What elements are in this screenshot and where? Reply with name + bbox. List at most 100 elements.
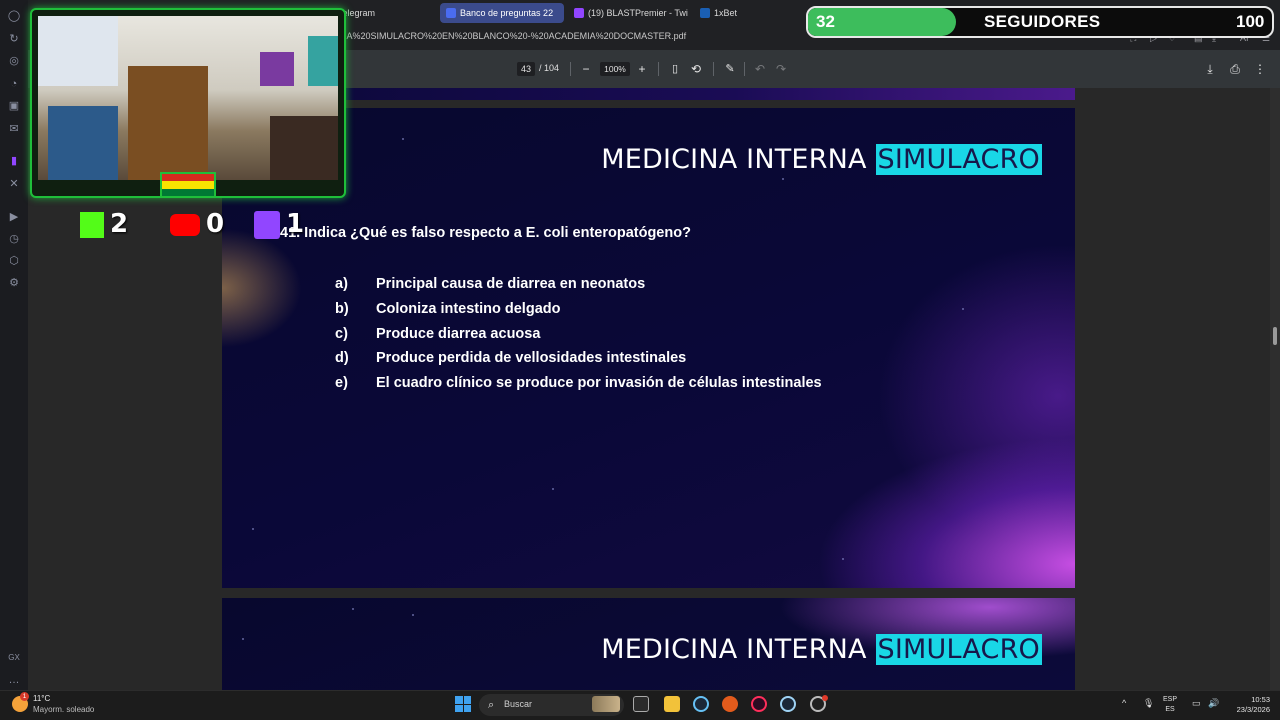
webcam-wardrobe	[128, 66, 208, 180]
microphone-icon[interactable]: 🎙	[1143, 698, 1154, 709]
option-e: e) El cuadro clínico se produce por invas…	[335, 375, 822, 391]
option-text: Coloniza intestino delgado	[376, 301, 561, 317]
weather-temperature[interactable]: 11°C	[33, 694, 50, 703]
option-text: Produce perdida de vellosidades intestin…	[376, 350, 687, 366]
page-total: / 104	[539, 63, 560, 73]
slide-glow	[222, 228, 302, 348]
zoom-level-input[interactable]: 100%	[600, 62, 630, 76]
flag-stripe-red	[162, 174, 214, 182]
slide-title: MEDICINA INTERNA SIMULACRO	[601, 144, 1042, 175]
extensions-icon[interactable]: ⬡	[6, 253, 22, 269]
page-number-input[interactable]: 43	[517, 62, 535, 76]
reload-icon[interactable]: ↻	[6, 31, 22, 47]
zoom-in-button[interactable]: +	[634, 61, 650, 77]
toolbar-divider	[658, 62, 659, 76]
opera-logo-icon[interactable]: ◯	[6, 8, 22, 24]
player-icon[interactable]: ▶	[6, 209, 22, 225]
recording-dot	[822, 695, 828, 701]
followers-goal: 100	[1236, 12, 1265, 31]
twitch-icon	[574, 8, 584, 18]
weather-description[interactable]: Mayorm. soleado	[33, 705, 94, 714]
slide-previous	[222, 88, 1075, 100]
settings-gear-icon[interactable]: ⚙	[6, 275, 22, 291]
fit-page-icon[interactable]: ▯	[667, 61, 683, 77]
search-highlight-image[interactable]	[592, 696, 620, 712]
undo-icon[interactable]: ↶	[752, 61, 768, 77]
twitch-icon[interactable]: ▮	[6, 153, 22, 169]
more-icon[interactable]: …	[6, 672, 22, 688]
tray-chevron-up-icon[interactable]: ^	[1122, 698, 1126, 708]
rotate-icon[interactable]: ⟲	[688, 61, 704, 77]
toolbar-divider	[713, 62, 714, 76]
followers-label: SEGUIDORES	[984, 12, 1101, 31]
twitch-count: 1	[286, 209, 305, 239]
webcam-wall-poster	[38, 16, 118, 86]
annotate-icon[interactable]: ✎	[722, 61, 738, 77]
tab-1xbet[interactable]: 1xBet	[694, 3, 784, 23]
slide-title-highlight: SIMULACRO	[875, 634, 1042, 665]
keyboard-layout: ES	[1165, 706, 1175, 713]
whatsapp-icon[interactable]: ◔	[6, 76, 22, 92]
tab-label: (19) BLASTPremier - Twit	[588, 8, 688, 18]
youtube-counter: 0	[170, 206, 224, 242]
option-b: b) Coloniza intestino delgado	[335, 301, 560, 317]
toolbar-divider	[744, 62, 745, 76]
redo-icon[interactable]: ↷	[773, 61, 789, 77]
slide-title-highlight: SIMULACRO	[875, 144, 1042, 175]
kick-count: 2	[110, 209, 129, 239]
search-placeholder[interactable]: Buscar	[504, 699, 532, 709]
opera-gx-icon[interactable]	[751, 696, 767, 712]
task-view-icon[interactable]	[633, 696, 649, 712]
kick-icon	[80, 211, 104, 238]
more-options-icon[interactable]: ⋮	[1252, 61, 1268, 77]
file-explorer-icon[interactable]	[664, 696, 680, 712]
print-icon[interactable]: ⎙	[1227, 61, 1243, 77]
option-text: Produce diarrea acuosa	[376, 326, 541, 342]
kick-counter: 2	[80, 206, 128, 242]
star	[552, 488, 554, 490]
steam-icon[interactable]	[693, 696, 709, 712]
slide-title-text: MEDICINA INTERNA	[601, 144, 867, 175]
option-a: a) Principal causa de diarrea en neonatos	[335, 276, 645, 292]
scrollbar[interactable]	[1270, 88, 1280, 690]
flag-stripe-green	[162, 188, 214, 196]
messenger-icon[interactable]: ◎	[6, 53, 22, 69]
option-text: Principal causa de diarrea en neonatos	[376, 276, 646, 292]
clock-time: 10:53	[1251, 695, 1270, 704]
discord-icon[interactable]: ▣	[6, 98, 22, 114]
tab-label: 1xBet	[714, 8, 738, 18]
weather-notification-badge: 1	[20, 692, 29, 701]
flag-stripe-yellow	[162, 181, 214, 189]
followers-count: 32	[816, 12, 835, 31]
language-indicator[interactable]: ESP ES	[1163, 695, 1177, 715]
webcam-clothes	[48, 106, 118, 180]
1xbet-icon	[700, 8, 710, 18]
slide-current: MEDICINA INTERNA SIMULACRO	[222, 108, 1075, 588]
windows-start-icon[interactable]	[455, 696, 471, 712]
scrollbar-thumb[interactable]	[1273, 327, 1277, 345]
twitch-icon	[254, 210, 280, 239]
search-icon: ⌕	[488, 699, 495, 711]
volume-icon[interactable]: 🔊	[1208, 698, 1219, 709]
star	[252, 528, 254, 530]
network-icon[interactable]: ▭	[1192, 698, 1201, 709]
tab-label: Banco de preguntas 22	[460, 8, 554, 18]
history-icon[interactable]: ◷	[6, 231, 22, 247]
star	[782, 178, 784, 180]
x-twitter-icon[interactable]: ✕	[6, 176, 22, 192]
zoom-out-button[interactable]: −	[578, 61, 594, 77]
url-text[interactable]: RA%20SIMULACRO%20EN%20BLANCO%20-%20ACADE…	[340, 31, 686, 41]
bolivia-flag	[160, 172, 216, 198]
taskbar-clock[interactable]: 10:53 23/3/2026	[1228, 695, 1270, 715]
option-letter: b)	[335, 301, 349, 317]
brave-browser-icon[interactable]	[722, 696, 738, 712]
language-code: ESP	[1163, 696, 1178, 703]
webcam-feed	[38, 16, 338, 180]
docs-icon	[446, 8, 456, 18]
gx-icon[interactable]: GX	[6, 650, 22, 666]
tab-twitch-blast[interactable]: (19) BLASTPremier - Twit	[568, 3, 688, 23]
steam-client-icon[interactable]	[780, 696, 796, 712]
tab-banco-de-preguntas[interactable]: Banco de preguntas 22	[440, 3, 564, 23]
download-icon[interactable]: ⤓	[1202, 61, 1218, 77]
mail-icon[interactable]: ✉	[6, 121, 22, 137]
